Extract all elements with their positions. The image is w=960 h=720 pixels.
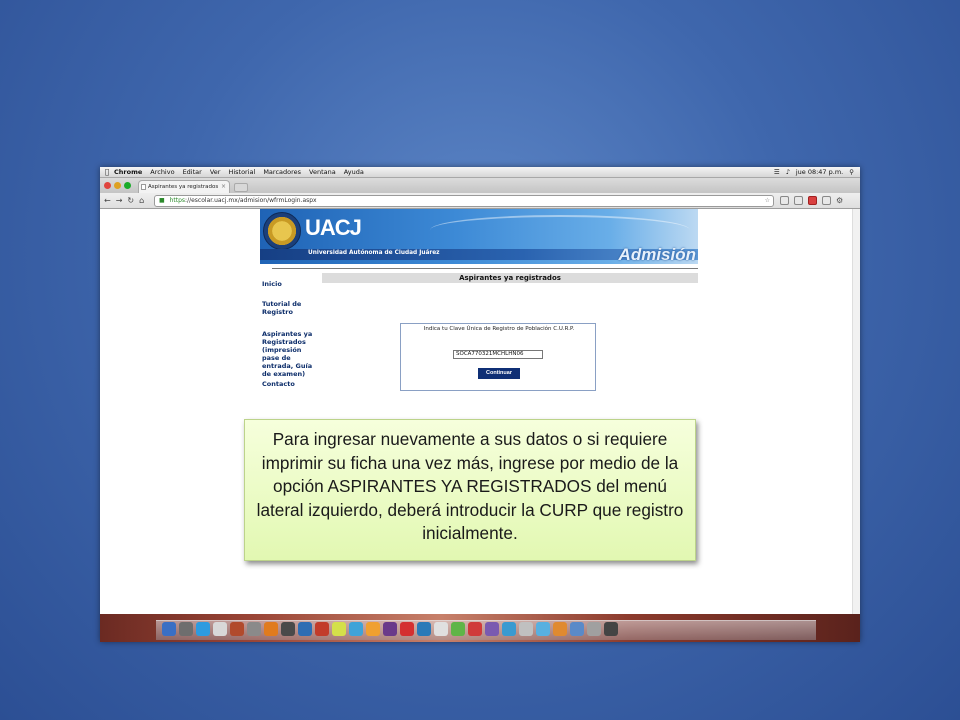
url-scheme: https — [169, 197, 186, 204]
nav-link-inicio[interactable]: Inicio — [262, 280, 302, 288]
dock-app-icon[interactable] — [281, 622, 295, 636]
uacj-seal-icon — [263, 212, 301, 250]
continue-button[interactable]: Continuar — [478, 368, 520, 379]
curp-login-panel: Indica tu Clave Única de Registro de Pob… — [400, 323, 596, 391]
zoom-window-button[interactable] — [124, 182, 131, 189]
volume-icon[interactable]: ♪ — [786, 167, 790, 178]
dock-app-icon[interactable] — [332, 622, 346, 636]
address-bar[interactable]: ■ https://escolar.uacj.mx/admision/wfrmL… — [154, 195, 774, 207]
extension-icon[interactable] — [794, 196, 803, 205]
menu-ayuda[interactable]: Ayuda — [344, 167, 364, 178]
dock-app-icon[interactable] — [400, 622, 414, 636]
menu-editar[interactable]: Editar — [183, 167, 202, 178]
dock-app-icon[interactable] — [468, 622, 482, 636]
page-heading: Aspirantes ya registrados — [322, 273, 698, 283]
dock-app-icon[interactable] — [264, 622, 278, 636]
toolbar-extensions: ⚙ — [780, 196, 843, 205]
dock-app-icon[interactable] — [451, 622, 465, 636]
instruction-callout: Para ingresar nuevamente a sus datos o s… — [244, 419, 696, 561]
dock-app-icon[interactable] — [179, 622, 193, 636]
dock-app-icon[interactable] — [230, 622, 244, 636]
menu-ver[interactable]: Ver — [210, 167, 221, 178]
new-tab-button[interactable] — [234, 183, 248, 192]
menu-ventana[interactable]: Ventana — [309, 167, 336, 178]
uacj-logo[interactable]: UACJ — [305, 215, 362, 241]
extension-icon[interactable] — [822, 196, 831, 205]
menu-marcadores[interactable]: Marcadores — [263, 167, 301, 178]
nav-link-contacto[interactable]: Contacto — [262, 380, 302, 388]
mac-menubar:  Chrome Archivo Editar Ver Historial Ma… — [100, 167, 860, 178]
reload-icon[interactable]: ↻ — [127, 195, 134, 206]
dock-app-icon[interactable] — [485, 622, 499, 636]
nav-link-aspirantes-registrados[interactable]: Aspirantes ya Registrados (impresión pas… — [262, 330, 318, 378]
browser-toolbar: ← → ↻ ⌂ ■ https://escolar.uacj.mx/admisi… — [100, 193, 860, 209]
menubar-clock[interactable]: jue 08:47 p.m. — [796, 167, 843, 178]
tab-title: Aspirantes ya registrados — [148, 184, 219, 190]
window-controls — [104, 182, 131, 189]
dock-app-icon[interactable] — [434, 622, 448, 636]
close-tab-icon[interactable]: × — [221, 181, 226, 193]
minimize-window-button[interactable] — [114, 182, 121, 189]
browser-tabstrip: Aspirantes ya registrados × — [100, 178, 860, 193]
extension-icon[interactable] — [780, 196, 789, 205]
dock-icons — [162, 622, 618, 636]
menu-app-chrome[interactable]: Chrome — [114, 167, 142, 178]
dock-app-icon[interactable] — [587, 622, 601, 636]
page-favicon-icon — [141, 184, 146, 190]
menu-archivo[interactable]: Archivo — [150, 167, 174, 178]
section-title-admision: Admisión — [618, 245, 696, 264]
dock-app-icon[interactable] — [383, 622, 397, 636]
banner-decoration — [430, 215, 690, 245]
dock-app-icon[interactable] — [570, 622, 584, 636]
adblock-icon[interactable] — [808, 196, 817, 205]
spotlight-search-icon[interactable]: ⚲ — [849, 167, 854, 178]
mac-dock — [100, 614, 860, 642]
apple-icon[interactable]:  — [100, 167, 114, 178]
bookmark-star-icon[interactable]: ☆ — [765, 196, 770, 206]
back-arrow-icon[interactable]: ← — [104, 195, 111, 206]
lock-icon: ■ — [159, 197, 165, 204]
curp-prompt: Indica tu Clave Única de Registro de Pob… — [423, 326, 575, 332]
university-name: Universidad Autónoma de Ciudad Juárez — [308, 250, 440, 256]
dock-app-icon[interactable] — [366, 622, 380, 636]
dock-app-icon[interactable] — [519, 622, 533, 636]
header-divider — [272, 268, 698, 269]
dock-app-icon[interactable] — [553, 622, 567, 636]
dock-app-icon[interactable] — [196, 622, 210, 636]
home-icon[interactable]: ⌂ — [139, 195, 144, 206]
nav-link-tutorial[interactable]: Tutorial de Registro — [262, 300, 302, 316]
dock-app-icon[interactable] — [315, 622, 329, 636]
forward-arrow-icon[interactable]: → — [116, 195, 123, 206]
screenshot-frame:  Chrome Archivo Editar Ver Historial Ma… — [100, 167, 860, 642]
dock-app-icon[interactable] — [247, 622, 261, 636]
dock-app-icon[interactable] — [213, 622, 227, 636]
dock-app-icon[interactable] — [604, 622, 618, 636]
page-scrollbar[interactable] — [852, 209, 860, 614]
dock-app-icon[interactable] — [502, 622, 516, 636]
menu-historial[interactable]: Historial — [228, 167, 255, 178]
dock-app-icon[interactable] — [298, 622, 312, 636]
dock-app-icon[interactable] — [162, 622, 176, 636]
wrench-menu-icon[interactable]: ⚙ — [836, 196, 843, 205]
wifi-icon[interactable]: ☰ — [774, 167, 780, 178]
nav-buttons: ← → ↻ ⌂ — [104, 195, 144, 206]
url-rest: ://escolar.uacj.mx/admision/wfrmLogin.as… — [185, 197, 317, 204]
curp-input[interactable]: SOCA770321MCHLHN06 — [453, 350, 543, 359]
close-window-button[interactable] — [104, 182, 111, 189]
dock-app-icon[interactable] — [417, 622, 431, 636]
uacj-header-banner: UACJ Universidad Autónoma de Ciudad Juár… — [260, 209, 698, 264]
browser-tab-active[interactable]: Aspirantes ya registrados × — [138, 180, 230, 193]
dock-app-icon[interactable] — [349, 622, 363, 636]
dock-app-icon[interactable] — [536, 622, 550, 636]
